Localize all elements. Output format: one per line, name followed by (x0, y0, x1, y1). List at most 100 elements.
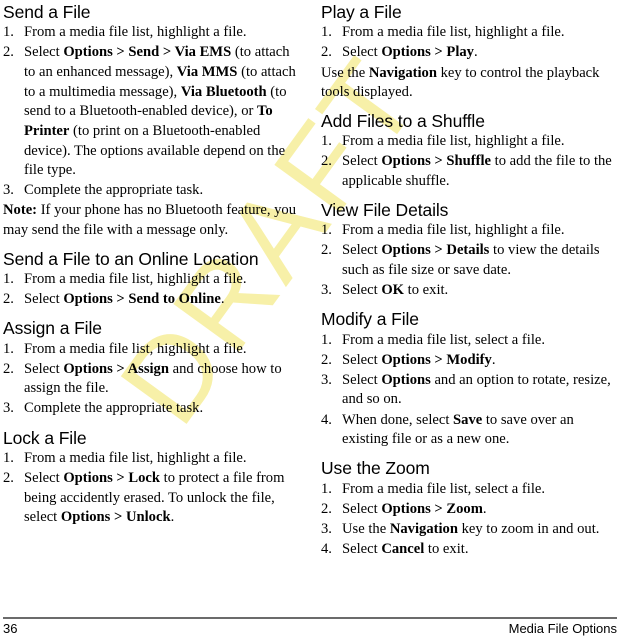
step-number: 4. (321, 540, 332, 557)
step-item: 3. Complete the appropriate task. (3, 181, 300, 201)
right-column: Play a File 1. From a media file list, hig… (321, 0, 618, 560)
step-number: 3. (3, 400, 14, 417)
section-heading: Use the Zoom (321, 458, 430, 479)
footer-row: 36 Media File Options (3, 621, 617, 636)
step-list: 1. From a media file list, highlight a fi… (321, 23, 618, 63)
step-item: 2. Select Options > Play. (321, 43, 618, 63)
step-item: 2. Select Options > Send to Online. (3, 290, 300, 310)
step-number: 1. (3, 270, 14, 287)
step-text: Select Options > Modify. (342, 351, 496, 368)
step-number: 1. (3, 24, 14, 41)
step-text: From a media file list, highlight a file… (24, 449, 247, 466)
step-list: 1. From a media file list, highlight a fi… (3, 340, 300, 420)
step-item: 1. From a media file list, select a file. (321, 480, 618, 500)
step-text: From a media file list, highlight a file… (24, 270, 247, 287)
step-list: 1. From a media file list, select a file.… (321, 331, 618, 450)
section-heading: Lock a File (3, 427, 87, 448)
step-item: 2. Select Options > Lock to protect a fil… (3, 469, 300, 528)
step-number: 1. (321, 133, 332, 150)
section-block: View File Details 1. From a media file lis… (321, 192, 618, 301)
step-text: Use the Navigation key to zoom in and ou… (342, 520, 600, 537)
step-text: Select Options > Lock to protect a file … (24, 469, 285, 526)
section-block: Assign a File 1. From a media file list, h… (3, 310, 300, 419)
step-item: 4. Select Cancel to exit. (321, 540, 618, 560)
step-number: 2. (3, 291, 14, 308)
step-number: 1. (3, 340, 14, 357)
step-text: Select Cancel to exit. (342, 540, 469, 557)
step-list: 1. From a media file list, highlight a fi… (3, 449, 300, 528)
step-number: 2. (3, 44, 14, 61)
step-number: 1. (321, 331, 332, 348)
step-item: 4. When done, select Save to save over an… (321, 411, 618, 450)
step-text: Complete the appropriate task. (24, 182, 204, 199)
section-block: Send a File 1. From a media file list, hig… (3, 0, 300, 241)
page-number: 36 (3, 621, 18, 636)
step-text: From a media file list, highlight a file… (342, 24, 565, 41)
section-block: Send a File to an Online Location 1. From … (3, 241, 300, 310)
step-text: Select Options > Play. (342, 44, 478, 61)
step-text: Select Options > Assign and choose how t… (24, 360, 282, 397)
section-heading: Send a File to an Online Location (3, 248, 259, 269)
step-text: Select Options > Shuffle to add the file… (342, 153, 612, 189)
page-footer: 36 Media File Options (3, 617, 617, 636)
step-number: 2. (321, 153, 332, 170)
step-item: 2. Select Options > Send > Via EMS (to at… (3, 43, 300, 180)
footer-divider (3, 617, 617, 619)
left-column: Send a File 1. From a media file list, hig… (3, 0, 300, 560)
note-paragraph: Note: If your phone has no Bluetooth fea… (3, 202, 297, 239)
step-number: 2. (3, 469, 14, 486)
section-block: Lock a File 1. From a media file list, hig… (3, 420, 300, 528)
footer-section-title: Media File Options (508, 621, 617, 636)
step-item: 3. Select Options and an option to rotate… (321, 371, 618, 410)
step-number: 2. (321, 351, 332, 368)
step-number: 1. (321, 480, 332, 497)
step-text: Select Options > Details to view the det… (342, 242, 600, 279)
section-block: Add Files to a Shuffle 1. From a media fil… (321, 103, 618, 192)
step-list: 1. From a media file list, highlight a fi… (321, 132, 618, 191)
section-block: Modify a File 1. From a media file list, s… (321, 301, 618, 450)
note-paragraph: Use the Navigation key to control the pl… (321, 64, 600, 101)
step-text: Select OK to exit. (342, 282, 449, 299)
section-block: Play a File 1. From a media file list, hig… (321, 0, 618, 103)
step-text: From a media file list, select a file. (342, 480, 546, 497)
step-number: 2. (321, 242, 332, 259)
step-item: 2. Select Options > Modify. (321, 351, 618, 371)
step-text: When done, select Save to save over an e… (342, 411, 574, 448)
step-list: 1. From a media file list, highlight a fi… (3, 23, 300, 201)
step-text: Select Options > Send > Via EMS (to atta… (24, 44, 296, 179)
step-item: 2. Select Options > Zoom. (321, 500, 618, 520)
step-number: 4. (321, 411, 332, 428)
step-list: 1. From a media file list, select a file.… (321, 480, 618, 560)
step-number: 2. (321, 44, 332, 61)
manual-page: DRAFT Send a File 1. From a media file lis… (0, 0, 620, 640)
step-item: 1. From a media file list, highlight a fi… (3, 270, 300, 290)
step-item: 1. From a media file list, highlight a fi… (321, 132, 618, 152)
step-text: Select Options > Send to Online. (24, 291, 225, 308)
step-item: 1. From a media file list, select a file. (321, 331, 618, 351)
step-item: 1. From a media file list, highlight a fi… (321, 23, 618, 43)
step-text: From a media file list, select a file. (342, 331, 546, 348)
step-list: 1. From a media file list, highlight a fi… (3, 270, 300, 310)
step-number: 1. (321, 222, 332, 239)
step-item: 1. From a media file list, highlight a fi… (3, 449, 300, 469)
step-number: 1. (321, 24, 332, 41)
section-heading: Assign a File (3, 318, 102, 339)
step-item: 1. From a media file list, highlight a fi… (3, 340, 300, 360)
step-text: Select Options and an option to rotate, … (342, 371, 611, 408)
step-number: 2. (3, 360, 14, 377)
step-item: 2. Select Options > Details to view the d… (321, 241, 618, 280)
step-item: 2. Select Options > Shuffle to add the fi… (321, 152, 618, 191)
step-item: 3. Select OK to exit. (321, 281, 618, 301)
step-number: 3. (321, 282, 332, 299)
step-text: From a media file list, highlight a file… (24, 340, 247, 357)
step-text: From a media file list, highlight a file… (24, 24, 247, 41)
step-number: 2. (321, 500, 332, 517)
step-item: 1. From a media file list, highlight a fi… (3, 23, 300, 43)
step-item: 3. Complete the appropriate task. (3, 399, 300, 419)
step-item: 1. From a media file list, highlight a fi… (321, 221, 618, 241)
section-heading: View File Details (321, 199, 449, 220)
step-number: 3. (3, 182, 14, 199)
section-heading: Send a File (3, 2, 91, 22)
step-text: From a media file list, highlight a file… (342, 133, 565, 150)
step-number: 3. (321, 520, 332, 537)
